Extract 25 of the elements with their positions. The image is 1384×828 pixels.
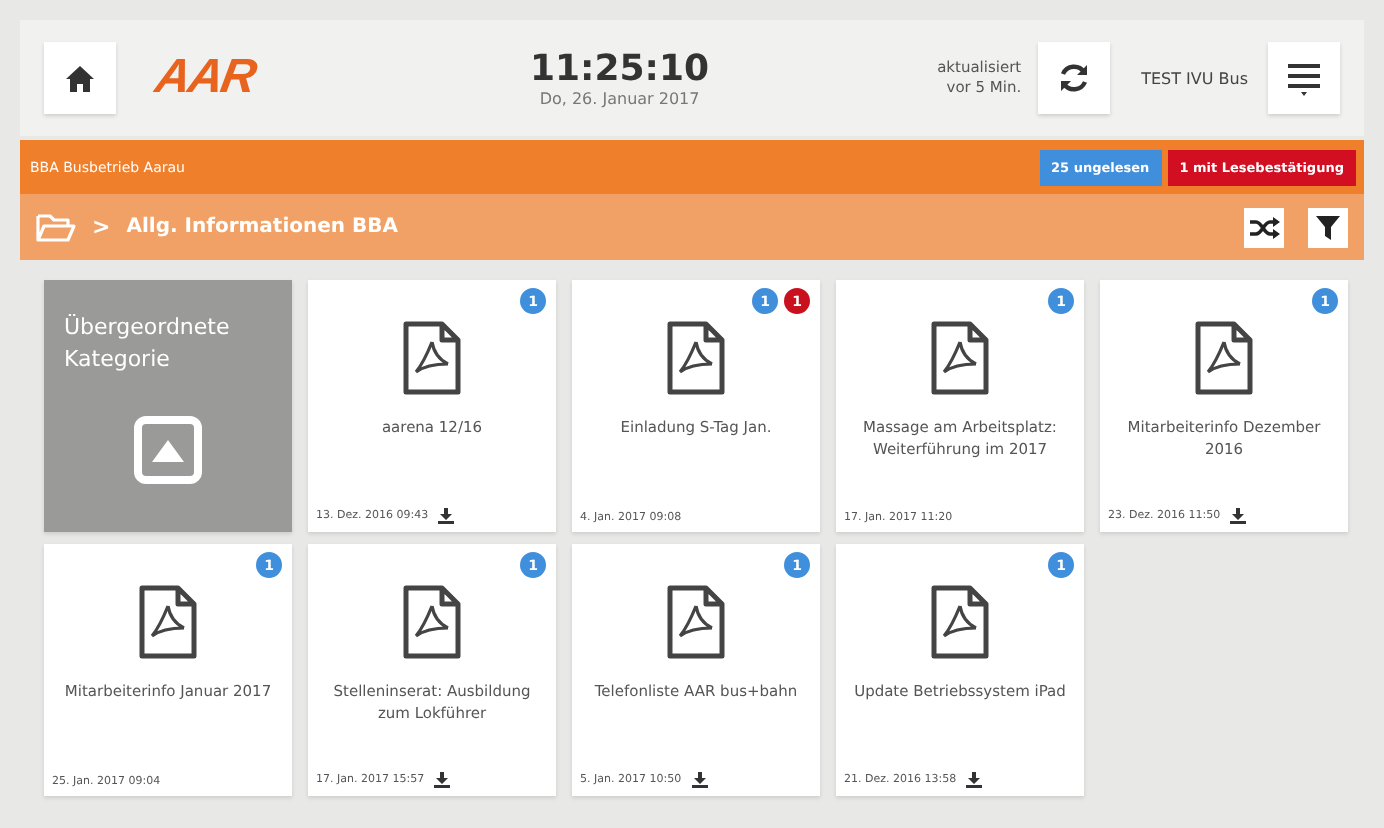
home-button[interactable] [44,42,116,114]
pdf-file-icon [666,584,726,660]
filter-icon [1316,215,1340,239]
refresh-icon [1057,62,1090,94]
pdf-file-icon [402,584,462,660]
pdf-file-icon [930,584,990,660]
clock-date: Do, 26. Januar 2017 [539,90,700,108]
menu-icon [1288,61,1320,95]
home-icon [66,65,94,91]
user-name: TEST IVU Bus [1141,69,1248,87]
shuffle-button[interactable] [1244,207,1284,247]
shuffle-icon [1249,215,1279,239]
filter-button[interactable] [1308,207,1348,247]
refresh-button[interactable] [1037,42,1110,114]
pdf-file-icon [138,584,198,660]
tile-title: Übergeordnete Kategorie [64,312,232,376]
breadcrumb-current: Allg. Informationen BBA [126,216,398,238]
clock-time: 11:25:10 [530,48,710,90]
pdf-file-icon [402,320,462,396]
pdf-file-icon [930,320,990,396]
pdf-file-icon [1194,320,1254,396]
logo: AAR [151,50,259,106]
menu-button[interactable] [1268,42,1340,114]
pdf-file-icon [666,320,726,396]
breadcrumb-separator: > [92,214,111,240]
